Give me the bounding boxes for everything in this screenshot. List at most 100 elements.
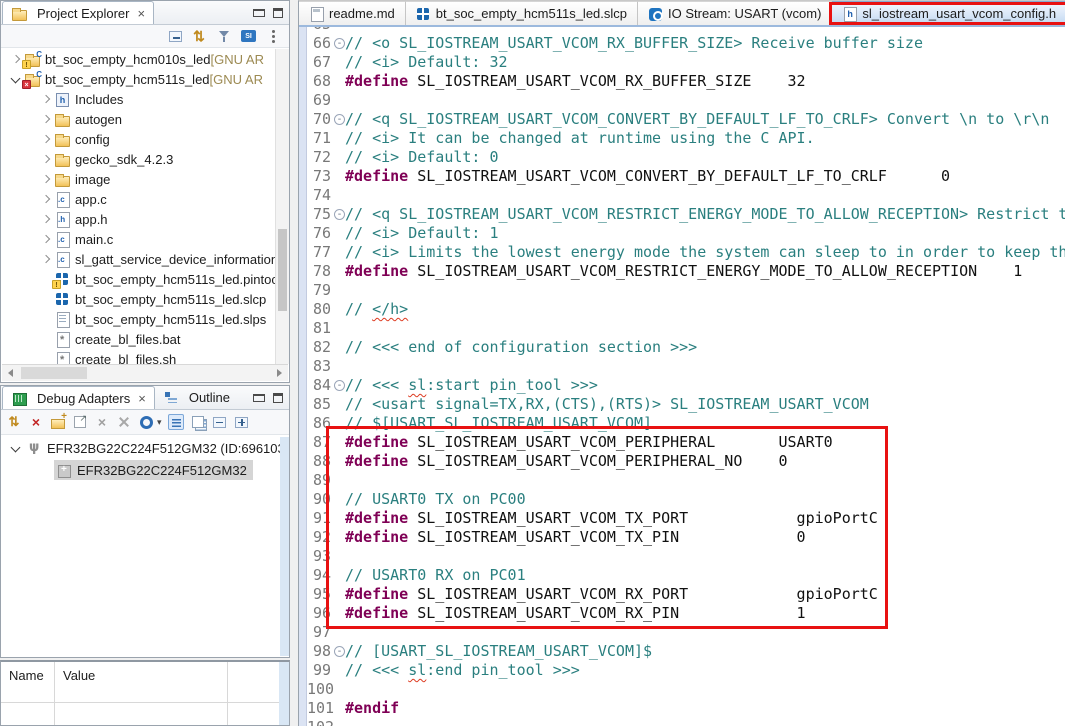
line-number[interactable]: 102 [307, 718, 333, 726]
close-icon[interactable]: × [137, 6, 145, 21]
line-number[interactable]: 81 [307, 319, 333, 338]
code-line-88[interactable]: 88#define SL_IOSTREAM_USART_VCOM_PERIPHE… [299, 452, 1065, 471]
line-number[interactable]: 75 [307, 205, 333, 224]
tree-item-autogen[interactable]: autogen [2, 109, 288, 129]
editor-tab-sl_iostream_usart_vcom_config.h[interactable]: sl_iostream_usart_vcom_config.h [832, 1, 1065, 25]
code-line-93[interactable]: 93 [299, 547, 1065, 566]
line-number[interactable]: 98 [307, 642, 333, 661]
code-line-97[interactable]: 97 [299, 623, 1065, 642]
tree-item-bt_soc_empty_hcm511s_led.slps[interactable]: bt_soc_empty_hcm511s_led.slps [2, 309, 288, 329]
fold-collapse-icon[interactable]: - [334, 380, 345, 391]
line-number[interactable]: 73 [307, 167, 333, 186]
tree-item-bt_soc_empty_hcm511s_led[interactable]: C×bt_soc_empty_hcm511s_led [GNU AR [2, 69, 288, 89]
tree-item-bt_soc_empty_hcm511s_led.slcp[interactable]: bt_soc_empty_hcm511s_led.slcp [2, 289, 288, 309]
line-number[interactable]: 85 [307, 395, 333, 414]
line-number[interactable]: 83 [307, 357, 333, 376]
collapse-all-icon[interactable] [169, 31, 182, 42]
close-icon[interactable]: × [138, 391, 146, 406]
disconnect-icon[interactable]: × [28, 414, 44, 430]
line-number[interactable]: 90 [307, 490, 333, 509]
line-number[interactable]: 74 [307, 186, 333, 205]
line-number[interactable]: 84 [307, 376, 333, 395]
project-explorer-vertical-scrollbar[interactable] [275, 49, 289, 364]
debug-adapter-item[interactable]: EFR32BG22C224F512GM32 (ID:69610348) [2, 437, 288, 459]
line-number[interactable]: 76 [307, 224, 333, 243]
tree-item-create_bl_files.sh[interactable]: create_bl_files.sh [2, 349, 288, 364]
minimize-icon[interactable] [253, 9, 265, 17]
view-flat-icon[interactable] [168, 414, 184, 430]
code-line-71[interactable]: 71// <i> It can be changed at runtime us… [299, 129, 1065, 148]
fold-marker[interactable]: - [333, 34, 345, 53]
properties-scrollbar[interactable] [279, 662, 289, 725]
column-divider[interactable] [227, 662, 228, 725]
tree-item-gecko_sdk_4.2.3[interactable]: gecko_sdk_4.2.3 [2, 149, 288, 169]
chevron-right-icon[interactable] [38, 91, 54, 107]
line-number[interactable]: 72 [307, 148, 333, 167]
scroll-right-icon[interactable] [271, 365, 288, 381]
code-line-68[interactable]: 68#define SL_IOSTREAM_USART_VCOM_RX_BUFF… [299, 72, 1065, 91]
line-number[interactable]: 78 [307, 262, 333, 281]
code-line-78[interactable]: 78#define SL_IOSTREAM_USART_VCOM_RESTRIC… [299, 262, 1065, 281]
column-header-name[interactable]: Name [9, 668, 44, 683]
line-number[interactable]: 71 [307, 129, 333, 148]
code-line-100[interactable]: 100 [299, 680, 1065, 699]
line-number[interactable]: 101 [307, 699, 333, 718]
code-line-76[interactable]: 76// <i> Default: 1 [299, 224, 1065, 243]
line-number[interactable]: 68 [307, 72, 333, 91]
code-line-72[interactable]: 72// <i> Default: 0 [299, 148, 1065, 167]
code-line-65[interactable]: 65 [299, 27, 1065, 34]
scroll-left-icon[interactable] [2, 365, 19, 381]
column-divider[interactable] [54, 662, 55, 725]
view-menu-icon[interactable] [265, 28, 281, 44]
code-line-89[interactable]: 89 [299, 471, 1065, 490]
tree-item-main.c[interactable]: main.c [2, 229, 288, 249]
code-line-69[interactable]: 69 [299, 91, 1065, 110]
new-group-icon[interactable] [50, 414, 66, 430]
project-explorer-horizontal-scrollbar[interactable] [2, 364, 288, 381]
line-number[interactable]: 82 [307, 338, 333, 357]
editor-tab-bt_soc_empty_hcm511s_led.slcp[interactable]: bt_soc_empty_hcm511s_led.slcp [406, 1, 638, 25]
fold-marker[interactable]: - [333, 110, 345, 129]
code-line-90[interactable]: 90// USART0 TX on PC00 [299, 490, 1065, 509]
view-hierarchy-icon[interactable] [190, 414, 206, 430]
tab-debug-adapters[interactable]: Debug Adapters × [2, 386, 155, 409]
line-number[interactable]: 95 [307, 585, 333, 604]
code-line-95[interactable]: 95#define SL_IOSTREAM_USART_VCOM_RX_PORT… [299, 585, 1065, 604]
line-number[interactable]: 100 [307, 680, 333, 699]
code-line-74[interactable]: 74 [299, 186, 1065, 205]
chevron-down-icon[interactable] [8, 440, 24, 456]
tree-item-sl_gatt_service_device_information[interactable]: sl_gatt_service_device_information [2, 249, 288, 269]
line-number[interactable]: 80 [307, 300, 333, 319]
code-line-73[interactable]: 73#define SL_IOSTREAM_USART_VCOM_CONVERT… [299, 167, 1065, 186]
fold-collapse-icon[interactable]: - [334, 646, 345, 657]
line-number[interactable]: 67 [307, 53, 333, 72]
code-line-75[interactable]: 75-// <q SL_IOSTREAM_USART_VCOM_RESTRICT… [299, 205, 1065, 224]
chevron-right-icon[interactable] [38, 211, 54, 227]
code-line-99[interactable]: 99// <<< sl:end pin_tool >>> [299, 661, 1065, 680]
code-line-80[interactable]: 80// </h> [299, 300, 1065, 319]
code-line-98[interactable]: 98-// [USART_SL_IOSTREAM_USART_VCOM]$ [299, 642, 1065, 661]
editor-tab-readme.md[interactable]: readme.md [299, 1, 406, 25]
connect-icon[interactable]: ⇅ [6, 414, 22, 430]
code-line-77[interactable]: 77// <i> Limits the lowest energy mode t… [299, 243, 1065, 262]
code-line-81[interactable]: 81 [299, 319, 1065, 338]
tree-item-bt_soc_empty_hcm511s_led.pintoc[interactable]: !bt_soc_empty_hcm511s_led.pintoc [2, 269, 288, 289]
maximize-icon[interactable] [273, 8, 283, 18]
debug-adapters-scrollbar[interactable] [280, 437, 289, 656]
filter-icon[interactable] [216, 28, 232, 44]
line-number[interactable]: 66 [307, 34, 333, 53]
package-icon[interactable]: SI [241, 30, 256, 42]
chevron-right-icon[interactable] [38, 171, 54, 187]
collapse-all-icon[interactable] [212, 414, 228, 430]
line-number[interactable]: 97 [307, 623, 333, 642]
tree-item-app.h[interactable]: app.h [2, 209, 288, 229]
expand-all-icon[interactable] [234, 414, 250, 430]
column-header-value[interactable]: Value [63, 668, 95, 683]
code-line-87[interactable]: 87#define SL_IOSTREAM_USART_VCOM_PERIPHE… [299, 433, 1065, 452]
line-number[interactable]: 99 [307, 661, 333, 680]
line-number[interactable]: 88 [307, 452, 333, 471]
tab-project-explorer[interactable]: Project Explorer × [2, 1, 154, 24]
code-line-101[interactable]: 101#endif [299, 699, 1065, 718]
panel-sash[interactable] [290, 0, 298, 726]
code-line-66[interactable]: 66-// <o SL_IOSTREAM_USART_VCOM_RX_BUFFE… [299, 34, 1065, 53]
